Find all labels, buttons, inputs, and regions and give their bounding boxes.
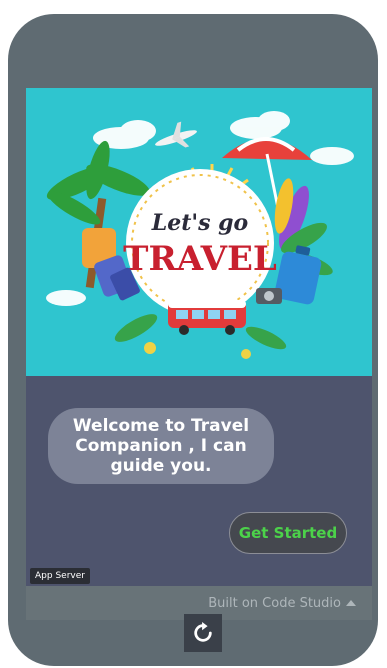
travel-banner: Let's go TRAVEL <box>26 88 372 376</box>
chat-screen: Let's go TRAVEL Welcome to Travel Compan… <box>26 88 372 620</box>
welcome-message-text: Welcome to Travel Companion , I can guid… <box>72 416 250 476</box>
banner-title-main: TRAVEL <box>123 239 277 279</box>
banner-title-script: Let's go <box>151 210 248 236</box>
get-started-button[interactable]: Get Started <box>229 512 347 554</box>
travel-illustration: Let's go TRAVEL <box>26 88 372 376</box>
caret-up-icon <box>346 600 356 606</box>
built-on-label: Built on Code Studio <box>208 595 341 611</box>
app-server-badge: App Server <box>30 568 90 584</box>
welcome-message-bubble: Welcome to Travel Companion , I can guid… <box>48 408 274 484</box>
refresh-button[interactable] <box>184 614 222 652</box>
refresh-icon <box>194 622 212 642</box>
phone-frame: Let's go TRAVEL Welcome to Travel Compan… <box>8 14 378 666</box>
